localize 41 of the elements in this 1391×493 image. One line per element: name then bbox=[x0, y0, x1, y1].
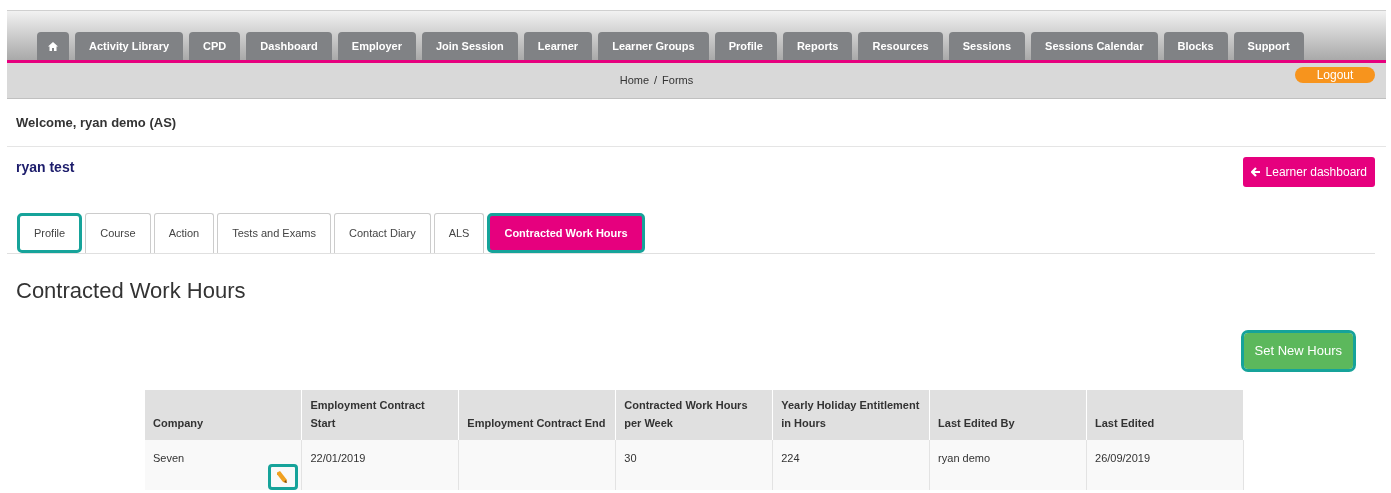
tab[interactable]: Contact Diary bbox=[334, 213, 431, 253]
learner-name: ryan test bbox=[16, 158, 75, 177]
nav-tab[interactable]: Sessions Calendar bbox=[1031, 32, 1158, 60]
tab[interactable]: Profile bbox=[17, 213, 83, 253]
nav-tab[interactable]: Support bbox=[1233, 32, 1304, 60]
arrow-left-icon bbox=[1250, 167, 1261, 177]
tab[interactable]: Action bbox=[153, 213, 215, 253]
nav-tab[interactable]: Learner Groups bbox=[598, 32, 709, 60]
table-cell: 26/09/2019 bbox=[1095, 452, 1151, 464]
edit-button[interactable] bbox=[268, 464, 299, 490]
logout-button[interactable]: Logout bbox=[1295, 67, 1375, 83]
nav-tab[interactable]: Blocks bbox=[1163, 32, 1228, 60]
breadcrumb-separator: / bbox=[654, 73, 658, 89]
nav-tab[interactable]: Sessions bbox=[948, 32, 1026, 60]
nav-tab[interactable]: Dashboard bbox=[246, 32, 332, 60]
tab[interactable]: Tests and Exams bbox=[217, 213, 331, 253]
learner-dashboard-button[interactable]: Learner dashboard bbox=[1242, 157, 1375, 187]
nav-tab[interactable]: Activity Library bbox=[75, 32, 184, 60]
breadcrumb-link[interactable]: Home bbox=[619, 72, 650, 89]
set-new-hours-button[interactable]: Set New Hours bbox=[1243, 333, 1353, 369]
pencil-icon bbox=[277, 470, 290, 484]
table-cell: Seven bbox=[153, 452, 185, 464]
nav-tab[interactable]: Profile bbox=[714, 32, 777, 60]
table-cell: ryan demo bbox=[938, 452, 991, 464]
table-cell: 22/01/2019 bbox=[310, 452, 366, 464]
nav-tab[interactable]: Reports bbox=[782, 32, 853, 60]
nav-tab[interactable]: CPD bbox=[189, 32, 241, 60]
tab[interactable]: Course bbox=[85, 213, 151, 253]
nav-tab[interactable]: Employer bbox=[337, 32, 416, 60]
table-cell: 30 bbox=[624, 452, 637, 464]
welcome-text: Welcome, ryan demo (AS) bbox=[16, 113, 177, 132]
tab[interactable]: Contracted Work Hours bbox=[487, 213, 645, 253]
page-heading: Contracted Work Hours bbox=[16, 277, 247, 305]
nav-tab[interactable]: Join Session bbox=[421, 32, 518, 60]
nav-tab[interactable]: Learner bbox=[523, 32, 593, 60]
breadcrumb-link[interactable]: Forms bbox=[662, 72, 694, 89]
table-cell: 224 bbox=[781, 452, 800, 464]
home-icon bbox=[48, 41, 58, 51]
nav-tab[interactable]: Resources bbox=[858, 32, 943, 60]
tab[interactable]: ALS bbox=[433, 213, 485, 253]
home-tab[interactable] bbox=[37, 32, 69, 60]
